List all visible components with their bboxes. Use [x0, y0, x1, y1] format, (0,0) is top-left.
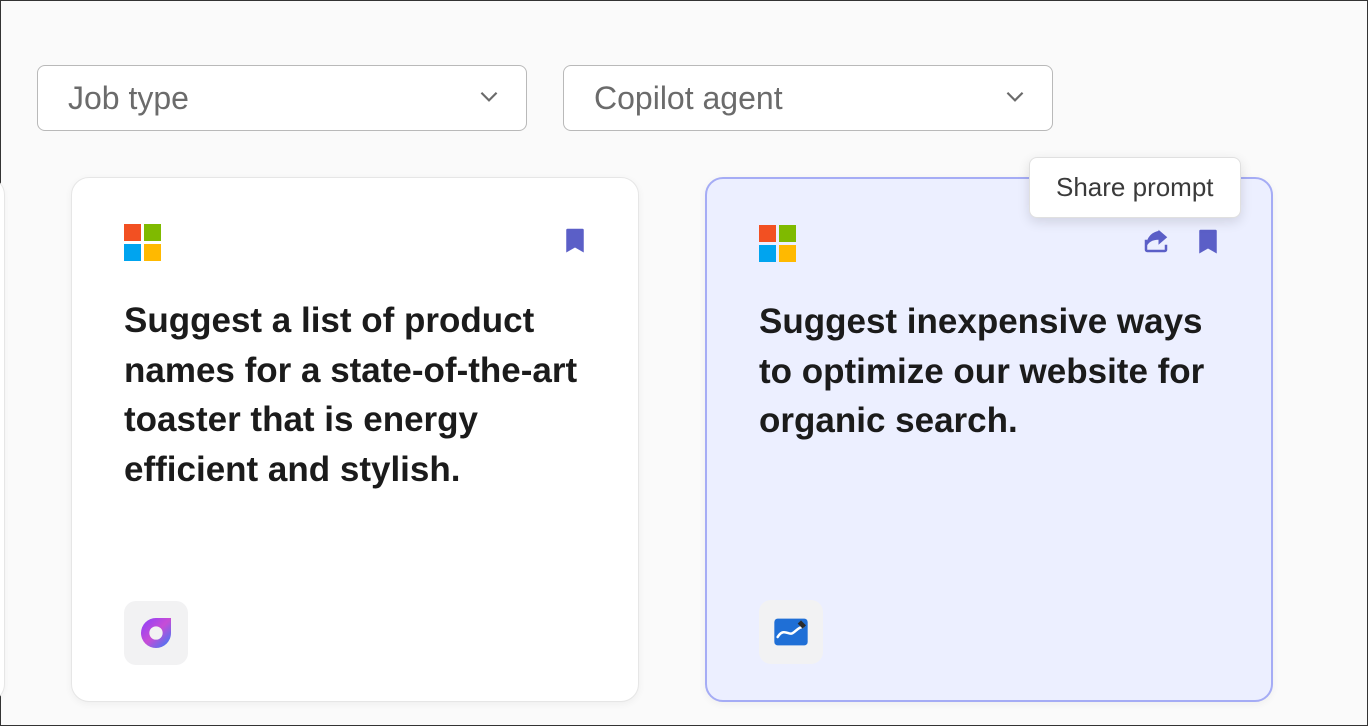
card-footer: [124, 601, 590, 665]
prompt-card[interactable]: Suggest a list of product names for a st…: [71, 177, 639, 702]
job-type-dropdown[interactable]: Job type: [37, 65, 527, 131]
whiteboard-app-icon[interactable]: [759, 600, 823, 664]
bookmark-icon[interactable]: [560, 225, 590, 260]
share-tooltip: Share prompt: [1029, 157, 1241, 218]
prompt-card-previous[interactable]: [0, 177, 5, 702]
copilot-agent-dropdown[interactable]: Copilot agent: [563, 65, 1053, 131]
chevron-down-icon: [1002, 80, 1028, 117]
card-footer: [759, 600, 1223, 664]
filter-bar: Job type Copilot agent: [1, 1, 1367, 131]
card-header: [759, 223, 1223, 263]
prompt-card[interactable]: Suggest inexpensive ways to optimize our…: [705, 177, 1273, 702]
card-header: [124, 222, 590, 262]
dropdown-label: Copilot agent: [594, 80, 783, 117]
bookmark-icon[interactable]: [1193, 226, 1223, 261]
loop-app-icon[interactable]: [124, 601, 188, 665]
prompt-text: Suggest inexpensive ways to optimize our…: [759, 297, 1223, 600]
chevron-down-icon: [476, 80, 502, 117]
card-row: Suggest a list of product names for a st…: [0, 177, 1273, 702]
microsoft-logo-icon: [124, 224, 161, 261]
prompt-text: Suggest a list of product names for a st…: [124, 296, 590, 601]
dropdown-label: Job type: [68, 80, 189, 117]
microsoft-logo-icon: [759, 225, 796, 262]
share-icon[interactable]: [1141, 226, 1171, 261]
